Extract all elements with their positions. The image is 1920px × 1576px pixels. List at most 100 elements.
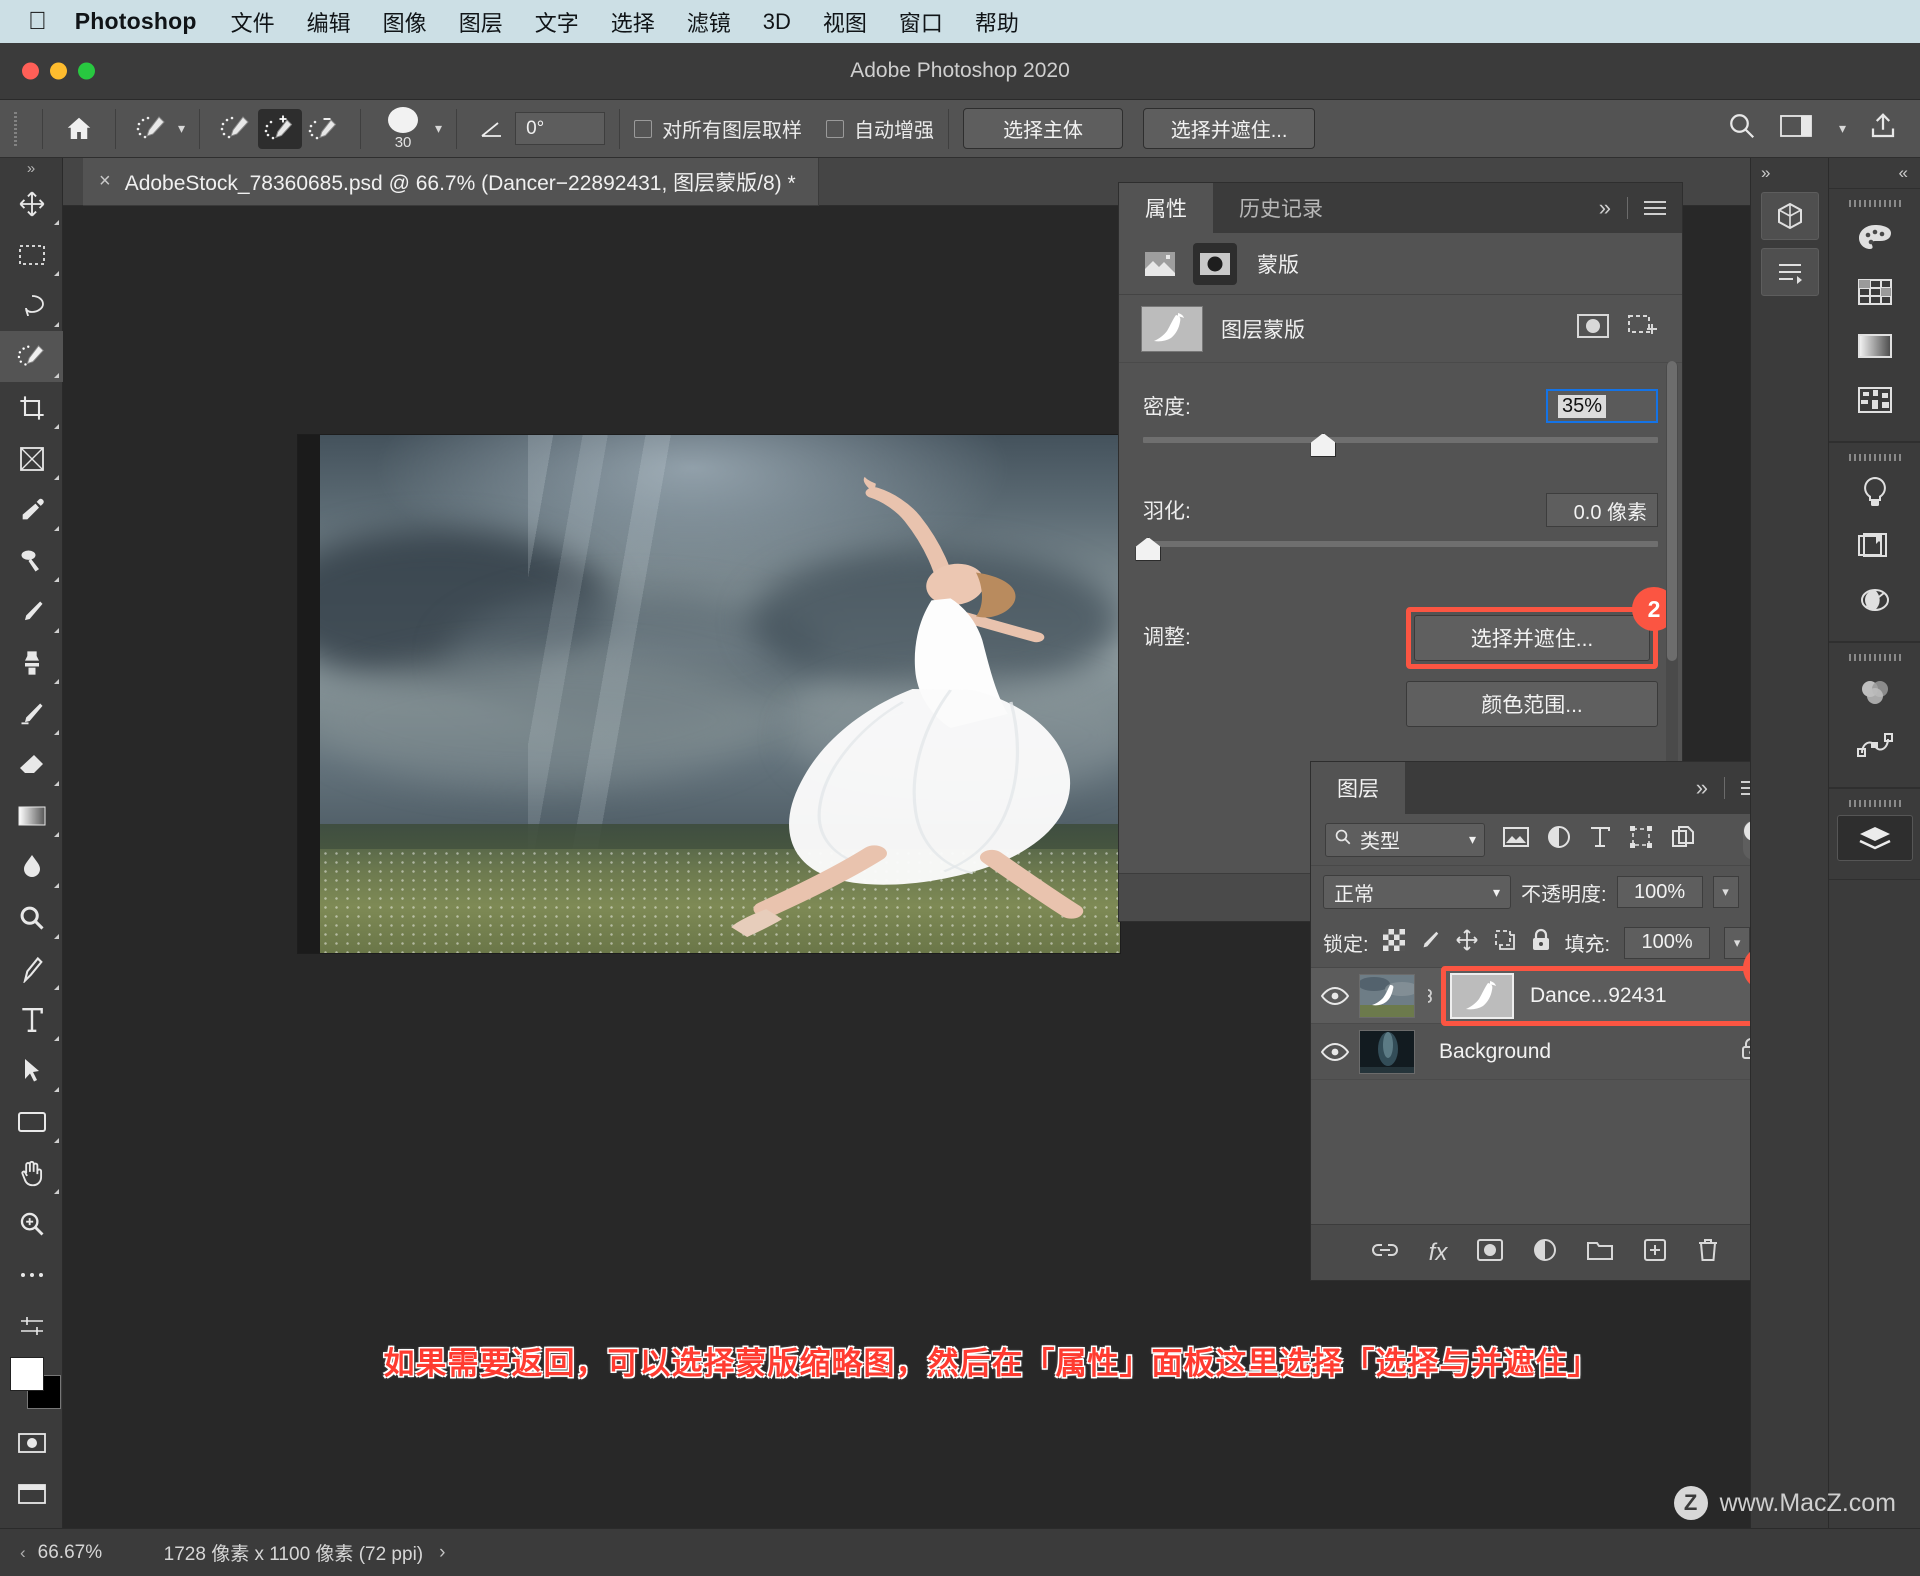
eraser-tool[interactable] — [0, 739, 63, 790]
brush-size-preview[interactable]: 30 — [375, 106, 431, 151]
double-chevron-right-icon[interactable]: » — [1696, 775, 1708, 801]
history-brush-tool[interactable] — [0, 688, 63, 739]
spot-healing-tool[interactable] — [0, 535, 63, 586]
document-canvas[interactable] — [298, 435, 1120, 953]
gradients-panel-icon[interactable] — [1829, 319, 1920, 373]
eye-icon[interactable] — [1311, 986, 1359, 1006]
delete-layer-icon[interactable] — [1697, 1238, 1719, 1267]
edit-toolbar[interactable] — [0, 1300, 63, 1351]
menu-item-view[interactable]: 视图 — [823, 6, 867, 38]
maximize-window-button[interactable] — [78, 62, 95, 80]
3d-panel-icon[interactable] — [1751, 188, 1828, 244]
menu-item-select[interactable]: 选择 — [611, 6, 655, 38]
crop-tool[interactable] — [0, 382, 63, 433]
layer-mask-thumbnail[interactable] — [1141, 305, 1203, 352]
swatches-panel-icon[interactable] — [1829, 265, 1920, 319]
menu-item-type[interactable]: 文字 — [535, 6, 579, 38]
lasso-tool[interactable] — [0, 280, 63, 331]
select-mask-icon[interactable] — [1576, 312, 1610, 345]
lock-artboard-icon[interactable] — [1493, 928, 1517, 957]
feather-input[interactable]: 0.0 像素 — [1546, 493, 1658, 527]
close-icon[interactable]: × — [99, 170, 111, 193]
brush-options-chevron-down-icon[interactable]: ▾ — [435, 120, 442, 137]
workspace-chevron-down-icon[interactable]: ▾ — [1839, 120, 1846, 137]
type-tool[interactable] — [0, 994, 63, 1045]
auto-enhance-checkbox[interactable]: 自动增强 — [826, 114, 934, 143]
menu-item-edit[interactable]: 编辑 — [307, 6, 351, 38]
adjustment-layer-icon[interactable] — [1533, 1238, 1557, 1267]
select-subject-button[interactable]: 选择主体 — [963, 108, 1124, 149]
opacity-chevron-down-icon[interactable]: ▾ — [1712, 876, 1739, 908]
menu-item-filter[interactable]: 滤镜 — [687, 6, 731, 38]
document-tab[interactable]: × AdobeStock_78360685.psd @ 66.7% (Dance… — [83, 158, 819, 206]
scrollbar-thumb[interactable] — [1667, 361, 1677, 661]
share-icon[interactable] — [1868, 111, 1898, 146]
selection-add-icon[interactable] — [258, 108, 303, 149]
eye-icon[interactable] — [1311, 1042, 1359, 1062]
shape-filter-icon[interactable] — [1629, 825, 1653, 854]
double-chevron-right-icon[interactable]: » — [1751, 158, 1828, 188]
table-row[interactable]: Background — [1311, 1024, 1779, 1080]
frame-tool[interactable] — [0, 433, 63, 484]
new-group-icon[interactable] — [1587, 1239, 1614, 1266]
chevron-right-icon[interactable]: › — [439, 1542, 445, 1564]
app-name-label[interactable]: Photoshop — [75, 8, 197, 35]
link-icon[interactable] — [1415, 985, 1441, 1007]
opacity-input[interactable]: 100% — [1616, 876, 1703, 908]
eyedropper-tool[interactable] — [0, 484, 63, 535]
minimize-window-button[interactable] — [50, 62, 67, 80]
fill-chevron-down-icon[interactable]: ▾ — [1724, 926, 1751, 959]
feather-slider[interactable] — [1135, 535, 1658, 571]
screen-mode-icon[interactable] — [0, 1468, 63, 1519]
type-filter-icon[interactable] — [1589, 825, 1611, 854]
vector-mask-icon[interactable] — [1193, 242, 1237, 285]
layer-thumbnail[interactable] — [1359, 973, 1415, 1018]
menu-item-layer[interactable]: 图层 — [459, 6, 503, 38]
status-bar-left-arrow-icon[interactable]: ‹ — [20, 1543, 26, 1563]
chevron-down-icon[interactable]: ▾ — [1493, 884, 1500, 901]
zoom-tool[interactable] — [0, 1198, 63, 1249]
new-layer-icon[interactable] — [1643, 1238, 1667, 1267]
selection-new-icon[interactable] — [214, 109, 258, 149]
layer-mask-thumbnail[interactable] — [1450, 972, 1514, 1019]
tools-panel-expand-icon[interactable]: » — [0, 158, 62, 178]
layer-kind-filter[interactable]: 类型 ▾ — [1325, 822, 1485, 857]
patterns-panel-icon[interactable] — [1829, 373, 1920, 427]
search-icon[interactable] — [1727, 111, 1757, 146]
rectangle-tool[interactable] — [0, 1096, 63, 1147]
image-filter-icon[interactable] — [1503, 826, 1529, 853]
select-and-mask-button[interactable]: 选择并遮住... — [1414, 615, 1650, 661]
fill-input[interactable]: 100% — [1624, 926, 1711, 959]
brush-tool[interactable] — [0, 586, 63, 637]
menu-item-file[interactable]: 文件 — [231, 6, 275, 38]
workspace-icon[interactable] — [1779, 112, 1813, 145]
blur-tool[interactable] — [0, 841, 63, 892]
menu-item-help[interactable]: 帮助 — [975, 6, 1019, 38]
angle-input[interactable]: 0° — [515, 112, 606, 145]
quick-selection-preset-icon[interactable] — [130, 109, 174, 149]
density-slider[interactable] — [1143, 431, 1658, 467]
properties-scrollbar[interactable] — [1666, 361, 1678, 801]
tab-history[interactable]: 历史记录 — [1213, 183, 1349, 233]
layer-mask-row[interactable]: 图层蒙版 — [1119, 295, 1682, 363]
channels-panel-icon[interactable] — [1829, 665, 1920, 719]
chevron-down-icon[interactable]: ▾ — [1469, 831, 1476, 848]
history-panel-icon[interactable] — [1751, 244, 1828, 300]
pixel-mask-icon[interactable] — [1141, 248, 1179, 280]
more-tools[interactable] — [0, 1249, 63, 1300]
adjustment-circle-icon[interactable] — [1829, 573, 1920, 627]
clone-stamp-tool[interactable] — [0, 637, 63, 688]
fx-icon[interactable]: fx — [1429, 1239, 1448, 1267]
selection-subtract-icon[interactable] — [302, 109, 346, 149]
quick-selection-tool[interactable] — [0, 331, 63, 382]
blend-mode-select[interactable]: 正常 ▾ — [1323, 875, 1511, 909]
zoom-level[interactable]: 66.67% — [38, 1542, 158, 1564]
pen-tool[interactable] — [0, 943, 63, 994]
density-input[interactable]: 35% — [1546, 389, 1658, 423]
dock-group-grip[interactable] — [1829, 649, 1920, 665]
layers-panel-icon[interactable] — [1829, 811, 1920, 865]
lock-image-icon[interactable] — [1419, 929, 1441, 956]
lock-transparency-icon[interactable] — [1382, 929, 1405, 956]
path-selection-tool[interactable] — [0, 1045, 63, 1096]
libraries-panel-icon[interactable] — [1829, 519, 1920, 573]
